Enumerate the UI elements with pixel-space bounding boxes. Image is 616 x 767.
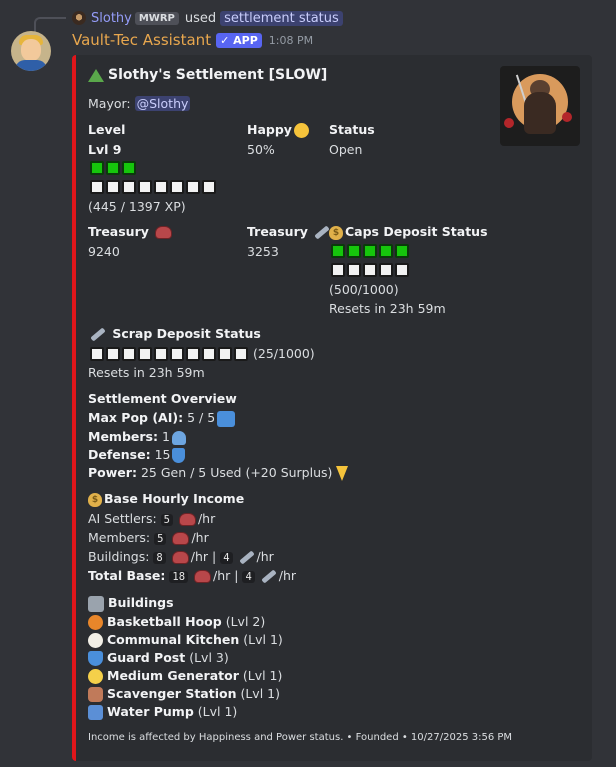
caps-deposit-bar-filled — [331, 244, 409, 258]
power-line: Power: 25 Gen / 5 Used (+20 Surplus) — [88, 465, 349, 481]
reply-context[interactable]: Slothy MWRP used settlement status — [72, 8, 343, 28]
income-title: $ Base Hourly Income — [88, 491, 244, 507]
caps-icon — [155, 226, 173, 239]
max-pop-line: Max Pop (AI): 5 / 5 — [88, 410, 236, 427]
income-buildings-line: Buildings: 8 /hr | 4 /hr — [88, 549, 274, 565]
tools-icon — [88, 595, 104, 612]
slash-command[interactable]: settlement status — [220, 10, 343, 26]
message-header: Vault-Tec Assistant ✓ APP 1:08 PM — [72, 31, 313, 49]
scrap-icon — [314, 225, 330, 240]
scrap-deposit-row: (25/1000) — [90, 346, 315, 361]
caps-icon — [172, 532, 190, 545]
level-bar-filled — [90, 161, 136, 175]
level-value: Lvl 9 — [88, 142, 122, 157]
bot-avatar[interactable] — [11, 31, 51, 71]
scrap-icon — [238, 550, 255, 565]
building-item: Basketball Hoop (Lvl 2) — [88, 614, 265, 630]
treasury-caps-name: Treasury — [88, 224, 174, 239]
treasury-caps-value: 9240 — [88, 244, 120, 259]
lightbulb-icon — [88, 669, 103, 684]
family-icon — [217, 410, 236, 427]
building-item: Water Pump (Lvl 1) — [88, 704, 237, 720]
basketball-icon — [88, 615, 103, 630]
level-xp: (445 / 1397 XP) — [88, 199, 186, 214]
building-item: Medium Generator (Lvl 1) — [88, 668, 282, 684]
status-value: Open — [329, 142, 363, 157]
caps-icon — [178, 513, 196, 526]
caps-deposit-reset: Resets in 23h 59m — [329, 301, 446, 316]
settlement-embed: Slothy's Settlement [SLOW] Mayor: @Sloth… — [72, 55, 592, 761]
embed-thumbnail[interactable] — [500, 66, 580, 146]
treasury-scrap-name: Treasury — [247, 224, 332, 240]
building-item: Scavenger Station (Lvl 1) — [88, 686, 280, 702]
shield-icon — [88, 651, 103, 666]
caps-deposit-progress: (500/1000) — [329, 282, 399, 297]
shield-icon — [172, 448, 186, 463]
mayor-line: Mayor: @Slothy — [88, 96, 191, 111]
lightning-icon — [336, 466, 349, 481]
reply-connector — [34, 17, 66, 33]
members-line: Members: 1 — [88, 429, 186, 445]
used-text: used — [184, 10, 217, 26]
scrap-deposit-name: Scrap Deposit Status — [88, 326, 261, 342]
replied-username[interactable]: Slothy — [91, 11, 132, 26]
happy-value: 50% — [247, 142, 275, 157]
shower-icon — [88, 705, 103, 720]
caps-icon — [194, 570, 212, 583]
status-field-name: Status — [329, 122, 375, 137]
scrap-icon — [90, 327, 106, 342]
income-ai-line: AI Settlers: 5 /hr — [88, 511, 216, 526]
income-total-line: Total Base: 18 /hr | 4 /hr — [88, 568, 297, 584]
bot-name[interactable]: Vault-Tec Assistant — [72, 31, 211, 49]
app-badge: ✓ APP — [216, 32, 262, 48]
caps-deposit-bar-empty — [331, 263, 409, 277]
building-item: Guard Post (Lvl 3) — [88, 650, 229, 666]
replied-user-avatar[interactable] — [72, 11, 86, 25]
smile-icon — [293, 123, 309, 138]
caps-icon — [171, 551, 189, 564]
user-icon — [171, 430, 186, 445]
caps-deposit-name: $ Caps Deposit Status — [329, 224, 488, 240]
scrap-deposit-bar-empty — [90, 346, 248, 361]
buildings-title: Buildings — [88, 595, 174, 612]
scrap-deposit-reset: Resets in 23h 59m — [88, 365, 205, 380]
camping-icon — [88, 68, 104, 82]
building-item: Communal Kitchen (Lvl 1) — [88, 632, 283, 648]
defense-line: Defense: 15 — [88, 447, 186, 463]
scrap-deposit-progress: (25/1000) — [253, 346, 315, 361]
treasury-scrap-value: 3253 — [247, 244, 279, 259]
embed-footer: Income is affected by Happiness and Powe… — [88, 732, 513, 743]
level-field-name: Level — [88, 122, 126, 137]
happy-field-name: Happy — [247, 122, 309, 138]
scavenger-icon — [88, 687, 103, 702]
level-bar-empty — [90, 180, 216, 194]
server-tag[interactable]: MWRP — [134, 11, 179, 25]
embed-title: Slothy's Settlement [SLOW] — [88, 67, 327, 83]
timestamp[interactable]: 1:08 PM — [269, 34, 313, 47]
cooking-icon — [88, 633, 103, 648]
income-members-line: Members: 5 /hr — [88, 530, 209, 545]
money-bag-icon: $ — [329, 225, 343, 240]
money-bag-icon: $ — [88, 492, 102, 507]
scrap-icon — [261, 569, 277, 584]
mayor-mention[interactable]: @Slothy — [134, 96, 191, 111]
overview-title: Settlement Overview — [88, 391, 237, 406]
